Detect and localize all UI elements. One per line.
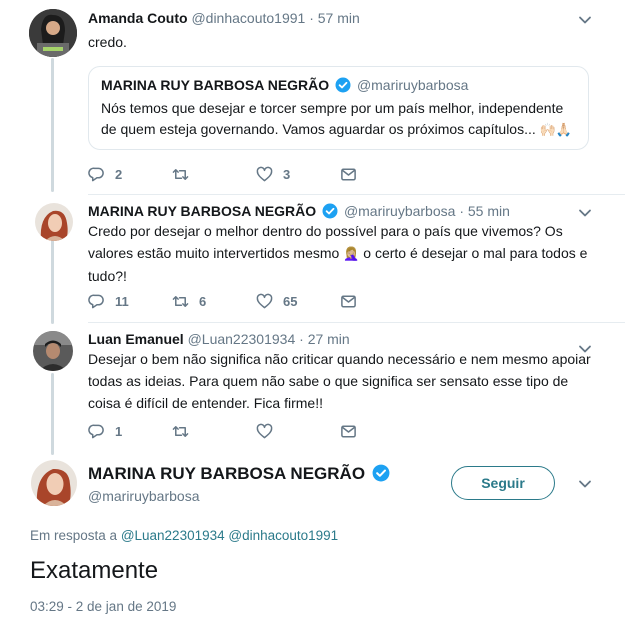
facepalm-emoji: 🤦🏼‍♀️ — [343, 246, 360, 261]
reply-button[interactable]: 11 — [88, 293, 172, 310]
tweet-luan[interactable]: Luan Emanuel @Luan22301934 · 27 min Dese… — [0, 323, 625, 458]
retweet-icon — [172, 425, 189, 437]
reply-user-link[interactable]: @Luan22301934 — [121, 528, 225, 543]
envelope-icon — [341, 425, 356, 437]
reply-count: 1 — [115, 423, 123, 439]
tweet-actions: 1 — [88, 421, 424, 441]
retweet-icon — [172, 168, 189, 180]
reply-button[interactable]: 2 — [88, 166, 172, 183]
quote-user-name: MARINA RUY BARBOSA NEGRÃO — [101, 77, 330, 93]
verified-icon — [322, 203, 338, 219]
tweet-actions: 11 6 65 — [88, 291, 424, 311]
chevron-down-icon[interactable] — [577, 205, 593, 221]
tweet-marina[interactable]: MARINA RUY BARBOSA NEGRÃO @mariruybarbos… — [0, 195, 625, 322]
retweet-icon — [172, 295, 189, 307]
retweet-button[interactable] — [172, 166, 256, 183]
quote-text: Nós temos que desejar e torcer sempre po… — [101, 98, 576, 140]
reply-icon — [88, 294, 104, 308]
main-tweet-text: Exatamente — [30, 557, 159, 584]
like-count: 3 — [283, 166, 291, 182]
tweet-timestamp[interactable]: 03:29 - 2 de jan de 2019 — [30, 599, 176, 614]
retweet-button[interactable]: 6 — [172, 293, 256, 310]
user-name[interactable]: MARINA RUY BARBOSA NEGRÃO — [88, 203, 316, 219]
quote-emoji: 🙌🏻🙏🏻 — [539, 122, 573, 137]
avatar[interactable] — [35, 203, 73, 241]
user-handle[interactable]: @mariruybarbosa — [344, 203, 455, 219]
heart-icon — [256, 293, 273, 308]
main-user-name-text[interactable]: MARINA RUY BARBOSA NEGRÃO — [88, 464, 365, 483]
quote-text-body: Nós temos que desejar e torcer sempre po… — [101, 100, 564, 137]
tweet-time[interactable]: 55 min — [468, 203, 510, 219]
dm-button[interactable] — [340, 423, 424, 440]
verified-icon — [372, 464, 390, 482]
reply-icon — [88, 424, 104, 438]
tweet-text: Desejar o bem não significa não criticar… — [88, 351, 591, 411]
retweet-count: 6 — [199, 293, 207, 309]
dm-button[interactable] — [340, 166, 424, 183]
quoted-tweet[interactable]: MARINA RUY BARBOSA NEGRÃO @mariruybarbos… — [88, 66, 589, 150]
tweet-text: Credo por desejar o melhor dentro do pos… — [88, 220, 598, 287]
tweet-header: MARINA RUY BARBOSA NEGRÃO @mariruybarbos… — [88, 203, 510, 219]
tweet-header: Luan Emanuel @Luan22301934 · 27 min — [88, 331, 350, 347]
heart-icon — [256, 166, 273, 181]
like-button[interactable] — [256, 423, 340, 440]
tweet-header: Amanda Couto @dinhacouto1991 · 57 min — [88, 10, 360, 26]
follow-button[interactable]: Seguir — [451, 466, 555, 500]
tweet-amanda[interactable]: Amanda Couto @dinhacouto1991 · 57 min cr… — [0, 0, 625, 195]
reply-count: 2 — [115, 166, 123, 182]
like-count: 65 — [283, 293, 298, 309]
dm-button[interactable] — [340, 293, 424, 310]
tweet-time[interactable]: 27 min — [308, 331, 350, 347]
tweet-time[interactable]: 57 min — [318, 10, 360, 26]
main-user-handle[interactable]: @mariruybarbosa — [88, 488, 199, 504]
user-handle[interactable]: @Luan22301934 — [188, 331, 296, 347]
avatar[interactable] — [29, 9, 77, 57]
user-name[interactable]: Amanda Couto — [88, 10, 188, 26]
reply-prefix: Em resposta a — [30, 528, 118, 543]
main-avatar[interactable] — [31, 460, 77, 506]
chevron-down-icon[interactable] — [577, 476, 593, 492]
heart-icon — [256, 423, 273, 438]
envelope-icon — [341, 168, 356, 180]
tweet-actions: 2 3 — [88, 164, 424, 184]
separator-dot: · — [459, 203, 464, 219]
separator-dot: · — [309, 10, 314, 26]
user-handle[interactable]: @dinhacouto1991 — [191, 10, 305, 26]
reply-count: 11 — [115, 293, 129, 309]
quote-header: MARINA RUY BARBOSA NEGRÃO @mariruybarbos… — [101, 77, 576, 93]
reply-button[interactable]: 1 — [88, 423, 172, 440]
replying-to: Em resposta a @Luan22301934 @dinhacouto1… — [30, 528, 338, 543]
retweet-button[interactable] — [172, 423, 256, 440]
user-name[interactable]: Luan Emanuel — [88, 331, 184, 347]
reply-icon — [88, 167, 104, 181]
tweet-text: credo. — [88, 34, 127, 50]
quote-user-handle: @mariruybarbosa — [356, 77, 469, 93]
reply-user-link[interactable]: @dinhacouto1991 — [228, 528, 338, 543]
envelope-icon — [341, 295, 356, 307]
like-button[interactable]: 3 — [256, 166, 340, 183]
verified-icon — [335, 77, 351, 93]
avatar[interactable] — [33, 331, 73, 371]
separator-dot: · — [299, 331, 304, 347]
main-user-name[interactable]: MARINA RUY BARBOSA NEGRÃO — [88, 464, 392, 484]
chevron-down-icon[interactable] — [577, 12, 593, 28]
like-button[interactable]: 65 — [256, 293, 340, 310]
